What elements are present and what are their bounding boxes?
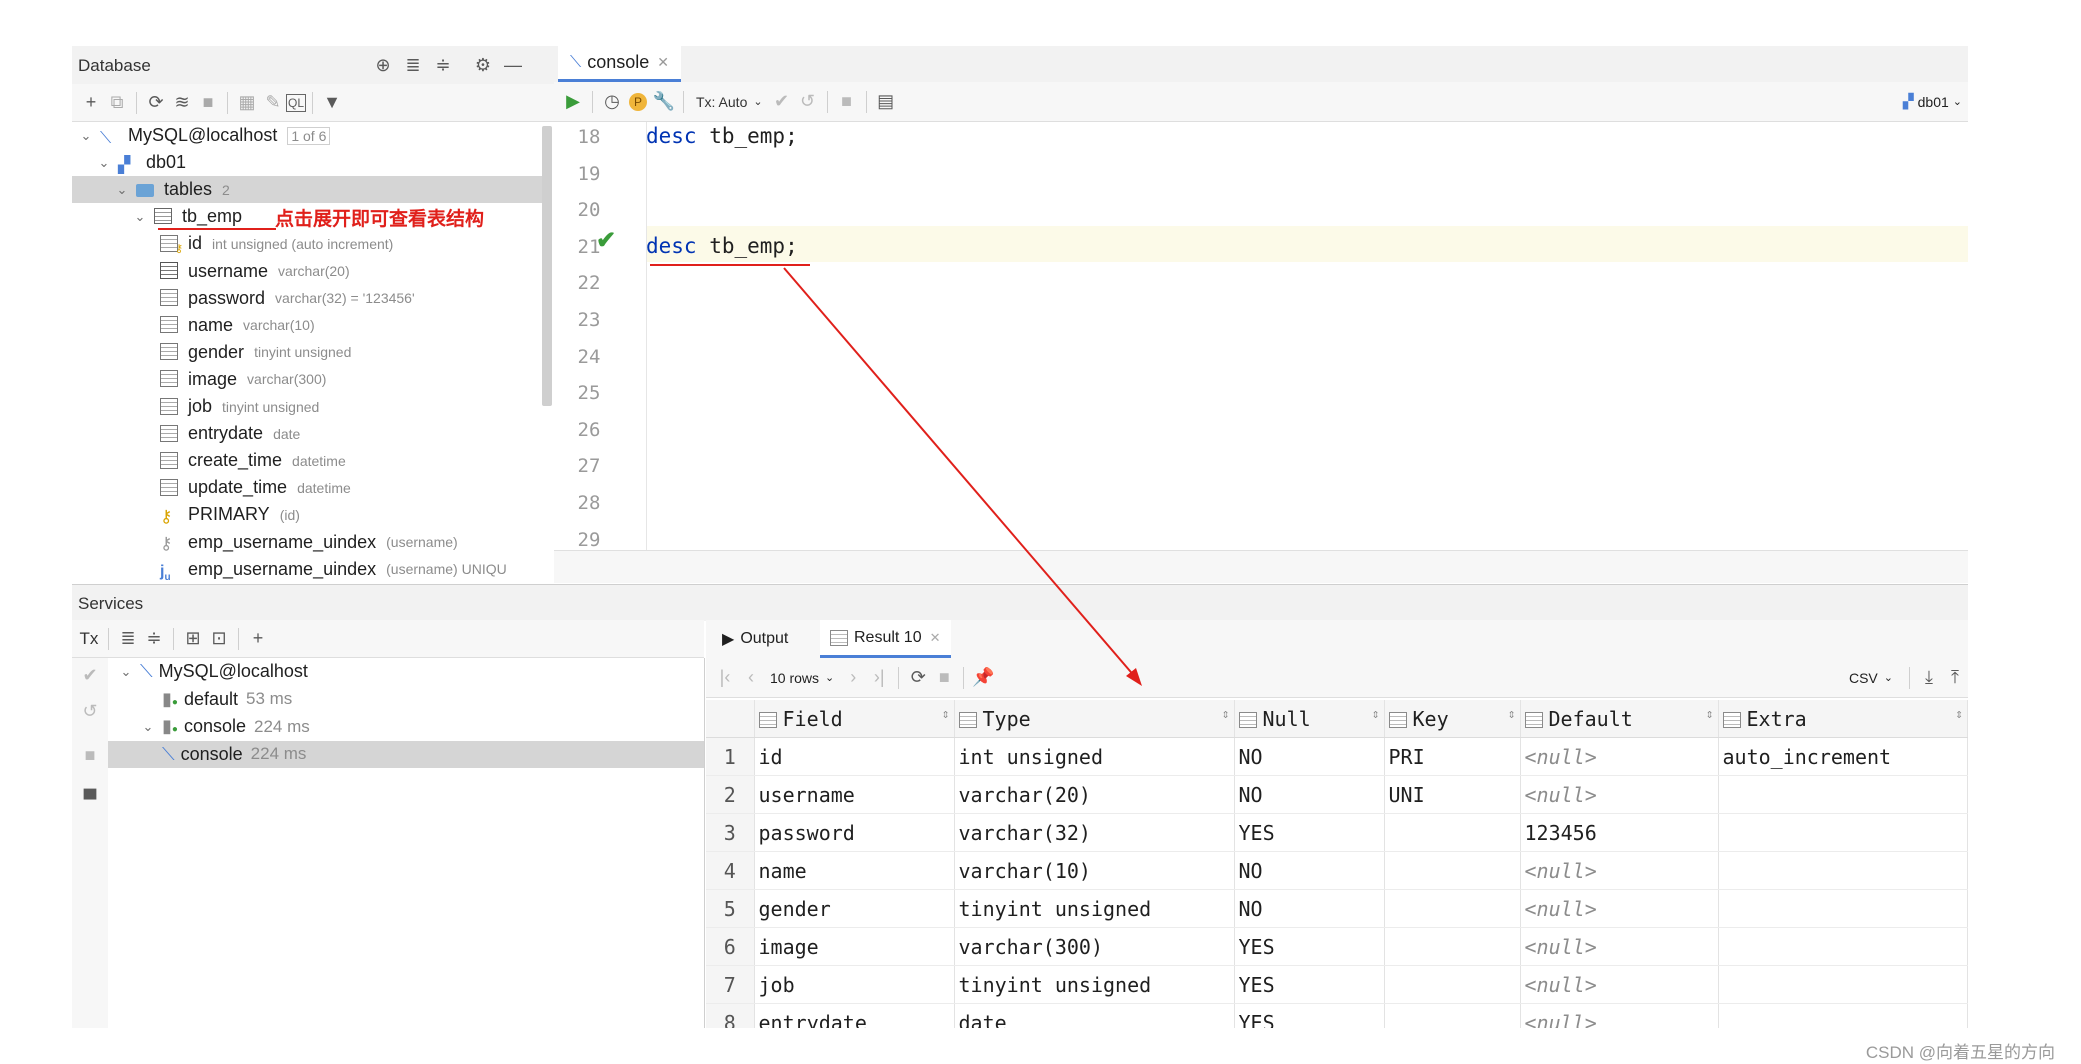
annotation-arrow-head: [1126, 668, 1142, 686]
watermark: CSDN @向着五星的方向: [1865, 1043, 2055, 1062]
annotation-arrow-line: [783, 267, 1137, 679]
annotation-arrow: [783, 267, 1142, 686]
